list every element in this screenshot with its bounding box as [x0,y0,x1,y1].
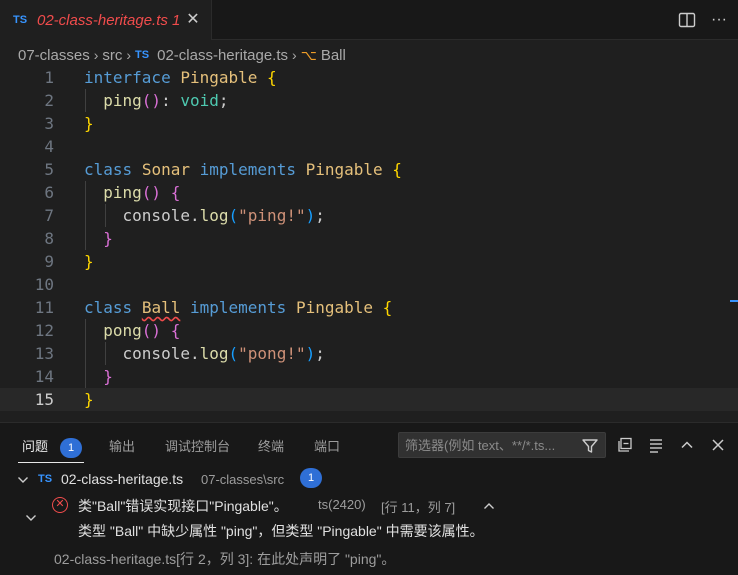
code-line: 7 console.log("ping!"); [0,204,738,227]
error-detail: 类型 "Ball" 中缺少属性 "ping"，但类型 "Pingable" 中需… [78,523,484,539]
code-line: 14 } [0,365,738,388]
breadcrumb: 07-classes › src › TS 02-class-heritage.… [18,44,346,66]
chevron-right-icon: › [292,47,297,63]
chevron-up-icon[interactable] [482,499,496,513]
chevron-right-icon: › [126,47,132,63]
problem-file-path: 07-classes\src [201,472,285,487]
tab-ports[interactable]: 端口 [314,436,340,455]
typescript-file-icon: TS [135,49,150,61]
line-number: 2 [44,91,54,110]
problem-item[interactable]: ✕ 类"Ball"错误实现接口"Pingable"。 ts(2420) [行 1… [0,494,738,542]
panel-tabs: 问题 1 输出 调试控制台 终端 端口 [0,423,738,467]
code-line: 11 class Ball implements Pingable { [0,296,738,319]
split-editor-icon[interactable] [678,11,696,29]
code-line: 4 [0,135,738,158]
line-number: 5 [44,160,54,179]
code-line: 6 ping() { [0,181,738,204]
line-number: 4 [44,137,54,156]
class-symbol-icon: ⌥ [300,46,317,63]
breadcrumb-symbol[interactable]: Ball [321,47,346,64]
code-line: 13 console.log("pong!"); [0,342,738,365]
chevron-right-icon: › [93,47,99,63]
line-number: 14 [34,367,54,386]
problem-file-name: 02-class-heritage.ts [61,471,184,487]
code-line: 2 ping(): void; [0,89,738,112]
tab-debug-console[interactable]: 调试控制台 [165,436,230,455]
breadcrumb-folder[interactable]: 07-classes [18,47,90,64]
view-as-list-icon[interactable] [647,436,665,454]
line-number: 7 [44,206,54,225]
typescript-file-icon: TS [38,473,53,485]
code-line: 9 } [0,250,738,273]
error-message: 类"Ball"错误实现接口"Pingable"。 [78,498,288,514]
error-squiggle: Ball [141,298,181,317]
line-number: 15 [34,390,54,409]
file-problem-count: 1 [300,468,322,488]
code-line: 5 class Sonar implements Pingable { [0,158,738,181]
problems-panel: 问题 1 输出 调试控制台 终端 端口 筛选器(例如 text、**/*.ts.… [0,422,738,575]
filter-icon[interactable] [581,437,599,455]
problems-count-badge: 1 [60,437,83,458]
scrollbar-marker [730,300,738,302]
error-icon: ✕ [52,497,68,513]
error-location: [行 11，列 7] [381,500,456,515]
active-tab-indicator [18,462,84,463]
close-panel-icon[interactable] [709,436,727,454]
line-number: 13 [34,344,54,363]
line-number: 1 [44,68,54,87]
editor-tab-bar: TS 02-class-heritage.ts 1 ✕ ··· [0,0,738,40]
code-line: 12 pong() { [0,319,738,342]
collapse-all-icon[interactable] [616,436,634,454]
tab-title: 02-class-heritage.ts 1 [37,11,181,29]
line-number: 10 [34,275,54,294]
more-actions-icon[interactable]: ··· [708,10,730,30]
code-line: 10 [0,273,738,296]
code-line: 3 } [0,112,738,135]
line-number: 8 [44,229,54,248]
tab-output[interactable]: 输出 [109,436,135,455]
line-number: 12 [34,321,54,340]
related-location[interactable]: 02-class-heritage.ts[行 2，列 3]: 在此处声明了 "p… [54,549,395,569]
related-information[interactable]: 02-class-heritage.ts[行 2，列 3]: 在此处声明了 "p… [0,547,738,569]
code-line-current: 15 } [0,388,738,411]
tab-terminal[interactable]: 终端 [258,436,284,455]
close-icon[interactable]: ✕ [183,10,203,30]
error-source: ts(2420) [318,497,366,512]
maximize-panel-icon[interactable] [678,436,696,454]
line-number: 9 [44,252,54,271]
code-line: 1 interface Pingable { [0,66,738,89]
chevron-down-icon[interactable] [24,511,38,525]
tab-02-class-heritage[interactable]: TS 02-class-heritage.ts 1 ✕ [0,0,212,40]
line-number: 6 [44,183,54,202]
code-editor[interactable]: 1 interface Pingable { 2 ping(): void; 3… [0,66,738,422]
line-number: 11 [34,298,54,317]
breadcrumb-subfolder[interactable]: src [102,47,122,64]
typescript-file-icon: TS [13,14,28,26]
problems-file-row[interactable]: TS 02-class-heritage.ts 07-classes\src 1 [0,468,738,492]
filter-box[interactable] [398,432,606,458]
breadcrumb-file[interactable]: 02-class-heritage.ts [157,47,288,64]
filter-input[interactable] [405,436,575,454]
chevron-down-icon[interactable] [16,473,30,487]
code-line: 8 } [0,227,738,250]
line-number: 3 [44,114,54,133]
tab-problems[interactable]: 问题 1 [22,436,83,458]
